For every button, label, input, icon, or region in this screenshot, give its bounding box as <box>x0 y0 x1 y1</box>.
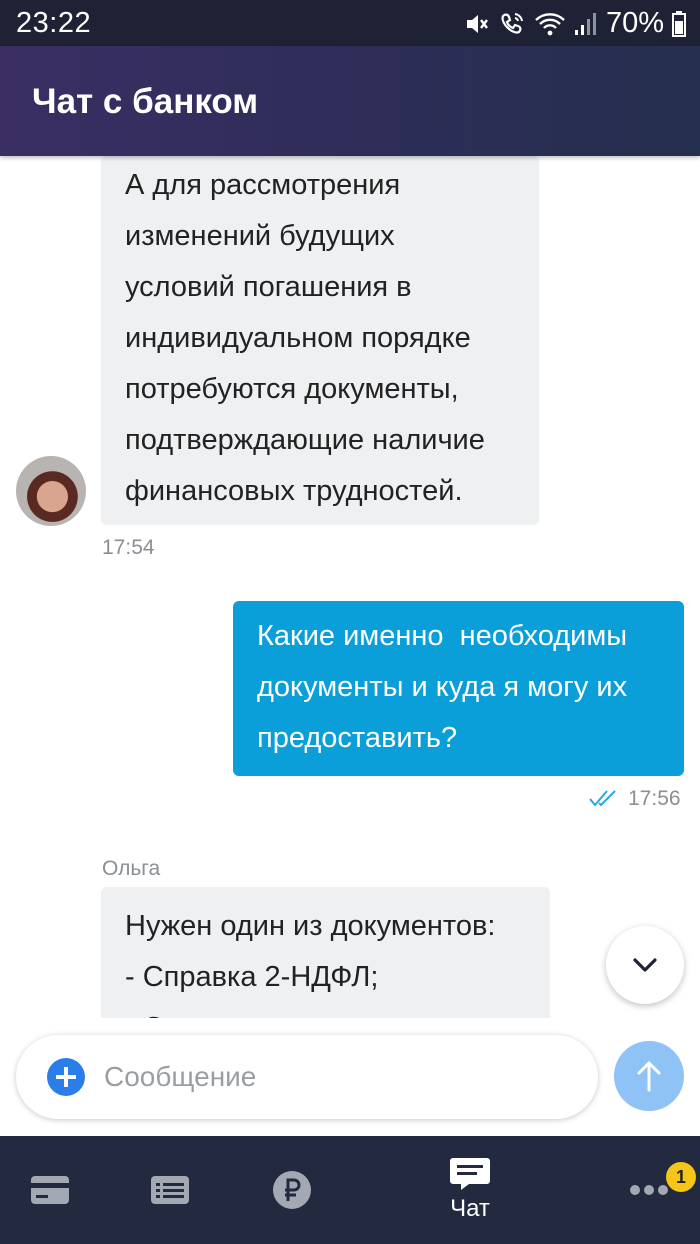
attach-plus-icon[interactable] <box>47 1058 85 1096</box>
message-bubble-outgoing: Какие именно необходимы документы и куда… <box>233 601 684 776</box>
mute-icon <box>466 14 488 33</box>
message-line: условий погашения в <box>125 271 412 303</box>
chat-icon <box>450 1158 490 1190</box>
message-line: Нужен один из документов: <box>125 910 496 942</box>
message-time: 17:54 <box>102 536 155 559</box>
nav-chat[interactable]: Чат <box>430 1136 510 1244</box>
list-icon <box>151 1176 189 1204</box>
message-line: изменений будущих <box>125 220 395 252</box>
avatar <box>16 456 86 526</box>
arrow-up-icon <box>637 1061 661 1092</box>
status-bar: 23:22 70% <box>0 0 700 46</box>
bottom-nav: Чат <box>0 1136 700 1244</box>
nav-label: Чат <box>450 1195 490 1222</box>
message-line: подтверждающие наличие <box>125 424 485 456</box>
message-line: - С... <box>125 1003 528 1018</box>
message-time: 17:56 <box>628 787 681 810</box>
message-line: индивидуальном порядке <box>125 322 471 354</box>
card-icon <box>31 1176 69 1204</box>
signal-icon <box>574 12 596 35</box>
message-line: Какие именно необходимы <box>257 620 628 652</box>
message-line: - Справка 2-НДФЛ; <box>125 961 379 993</box>
notification-badge: 1 <box>666 1162 696 1192</box>
app-header: Чат с банком <box>0 46 700 156</box>
message-line: финансовых трудностей. <box>125 475 463 507</box>
battery-level: 70% <box>605 7 664 39</box>
page-title: Чат с банком <box>32 82 259 121</box>
nav-payments[interactable] <box>262 1136 322 1244</box>
sender-name: Ольга <box>102 857 161 880</box>
message-composer <box>0 1018 700 1136</box>
message-line: предоставить? <box>257 722 458 754</box>
nav-more[interactable] <box>624 1136 674 1244</box>
chat-messages[interactable]: А для рассмотрения изменений будущих усл… <box>0 156 700 1018</box>
scroll-down-button[interactable] <box>606 926 684 1004</box>
message-bubble-incoming: А для рассмотрения изменений будущих усл… <box>101 156 539 525</box>
ruble-icon <box>273 1171 311 1209</box>
double-check-icon <box>589 790 616 807</box>
message-bubble-incoming: Нужен один из документов: - Справка 2-НД… <box>101 887 550 1018</box>
message-input-container <box>16 1035 598 1119</box>
message-line: документы и куда я могу их <box>257 671 628 703</box>
nav-cards[interactable] <box>20 1136 80 1244</box>
send-button[interactable] <box>614 1041 684 1111</box>
wifi-call-icon <box>501 12 523 34</box>
status-icons: 70% <box>464 7 686 40</box>
nav-history[interactable] <box>140 1136 200 1244</box>
status-time: 23:22 <box>16 7 92 39</box>
chevron-down-icon <box>633 958 657 972</box>
message-line: потребуются документы, <box>125 373 459 405</box>
more-icon <box>630 1185 668 1195</box>
message-input[interactable] <box>104 1055 574 1099</box>
message-line: А для рассмотрения <box>125 169 401 201</box>
wifi-icon <box>535 12 565 35</box>
battery-icon <box>672 10 686 37</box>
